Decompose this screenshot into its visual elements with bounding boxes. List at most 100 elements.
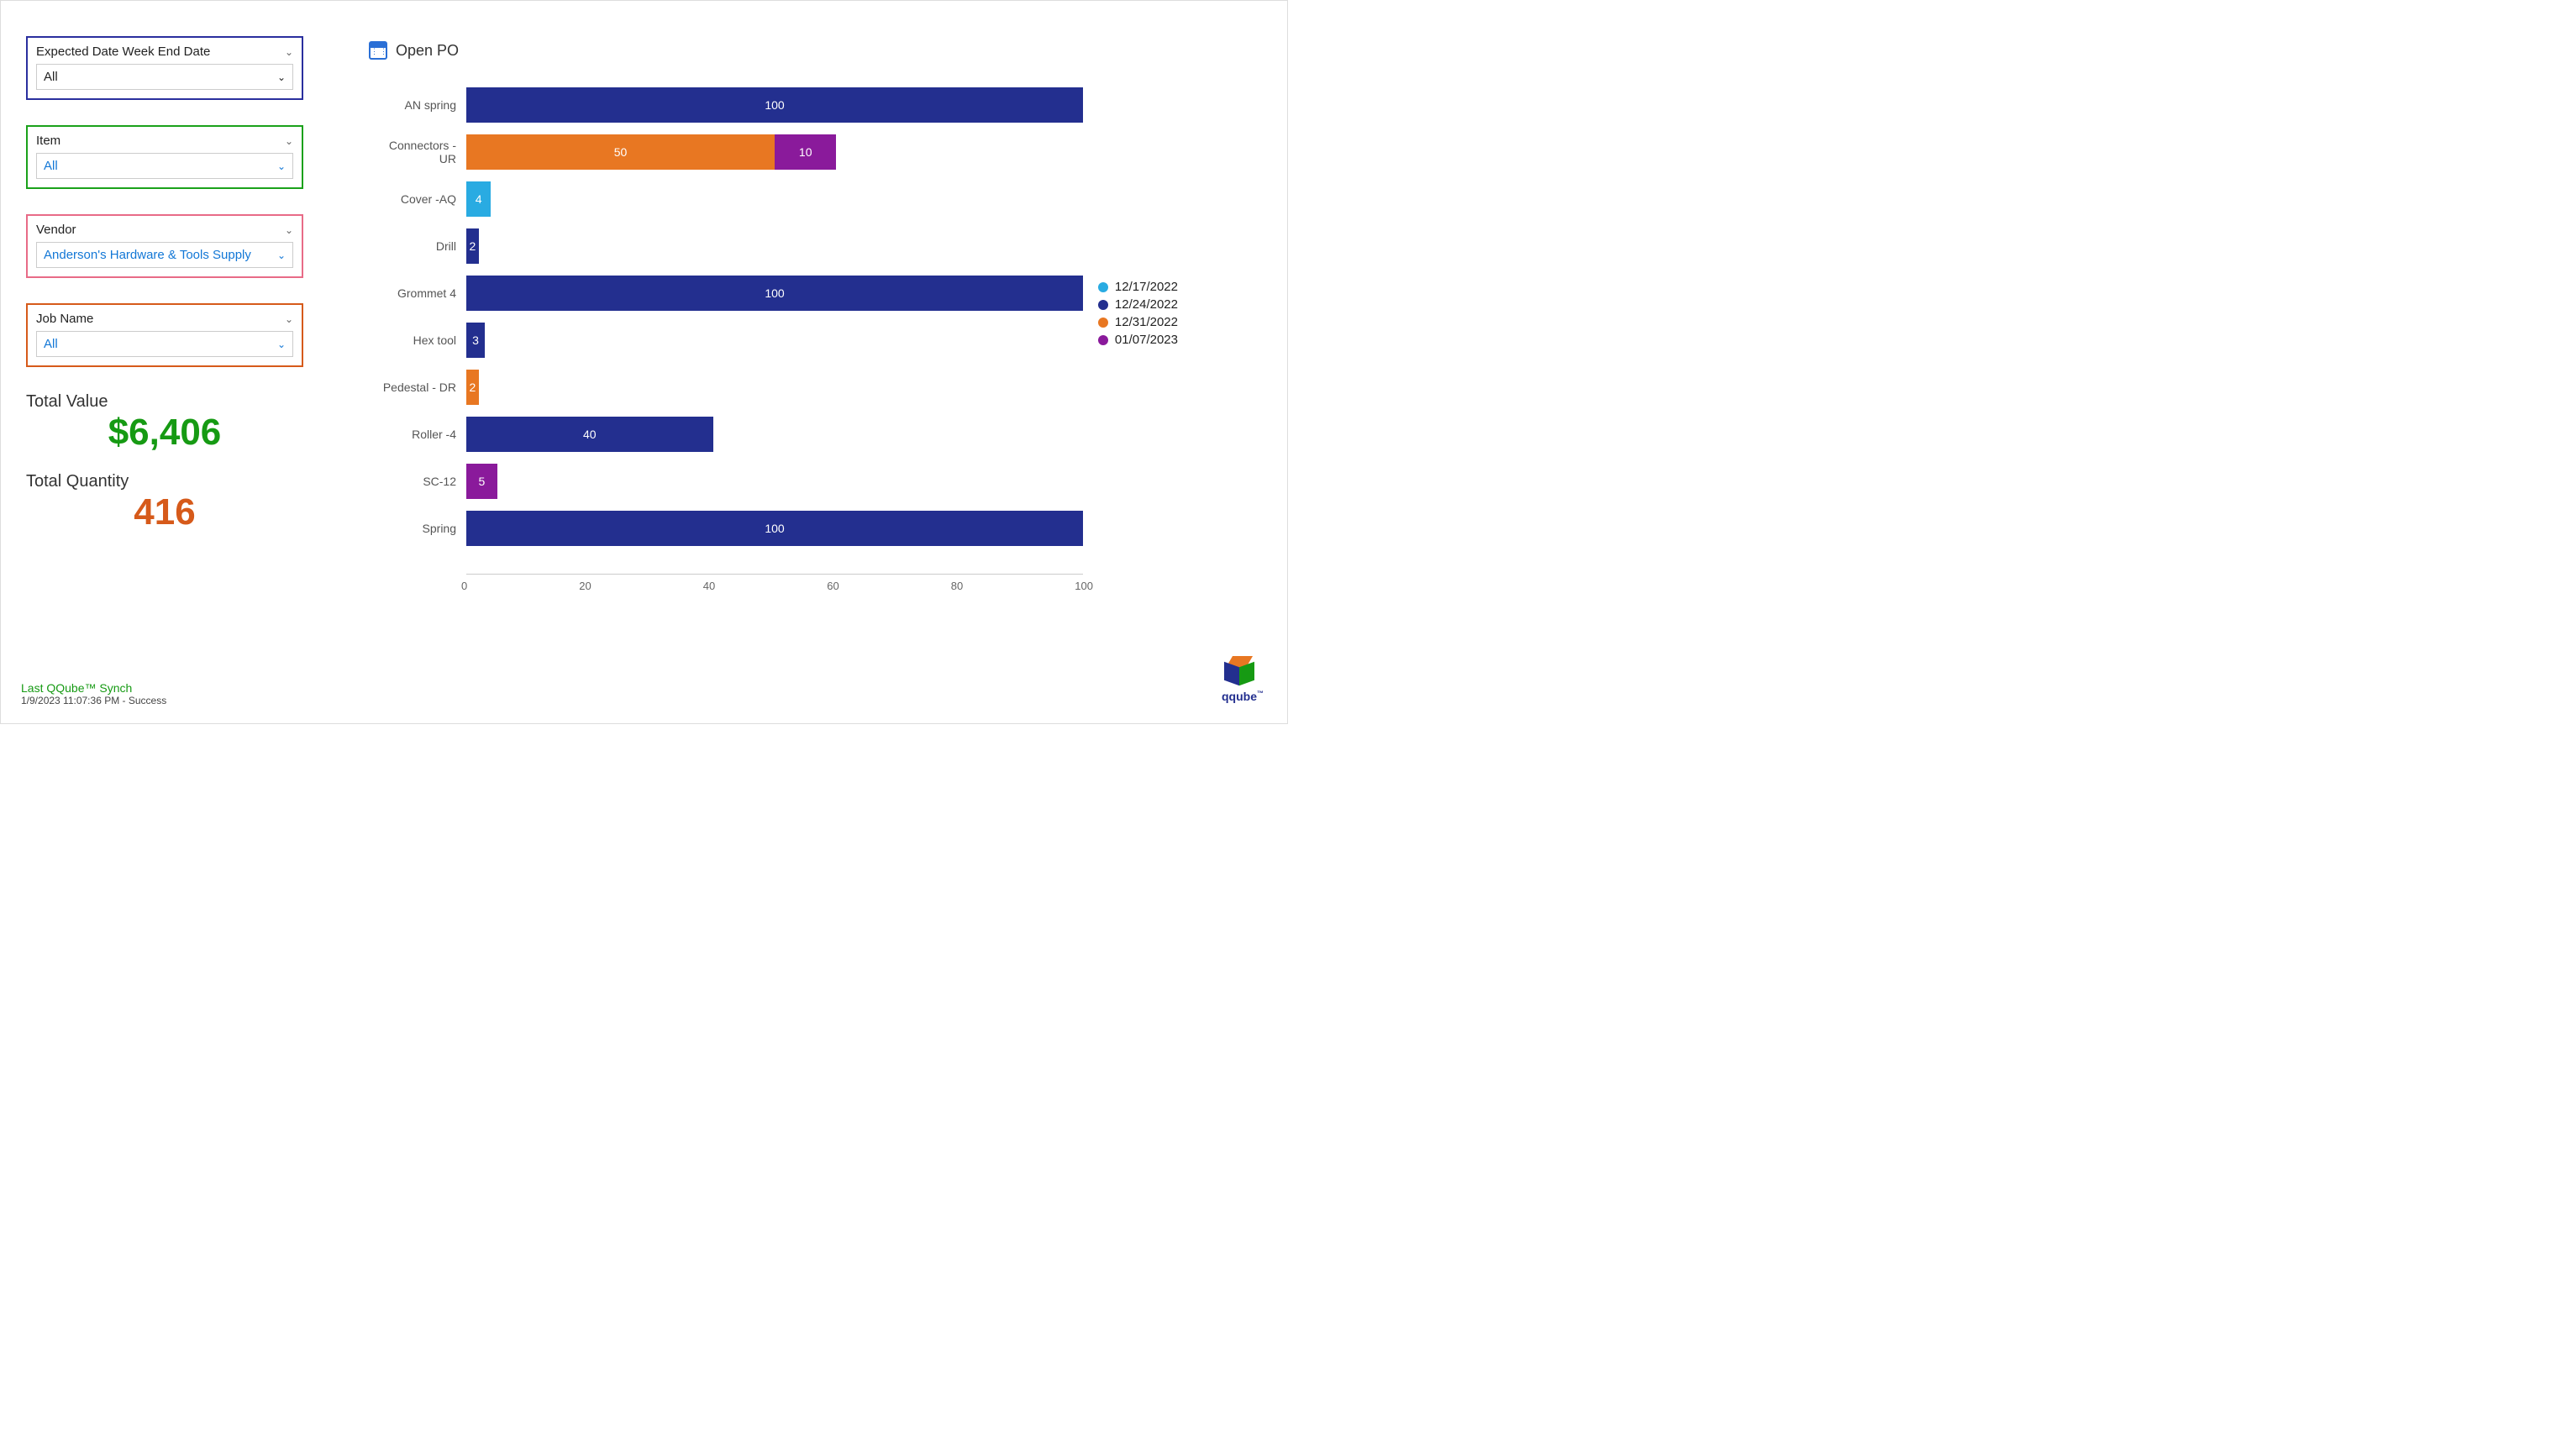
- slicer-select[interactable]: Anderson's Hardware & Tools Supply ⌄: [36, 242, 293, 268]
- slicer-job-name[interactable]: Job Name ⌄ All ⌄: [26, 303, 303, 367]
- bar-segment[interactable]: 100: [466, 511, 1083, 546]
- slicer-select[interactable]: All ⌄: [36, 64, 293, 90]
- chart-row[interactable]: Drill2: [369, 223, 1083, 270]
- axis-tick: 0: [461, 580, 467, 592]
- chevron-down-icon[interactable]: ⌄: [285, 224, 293, 236]
- total-value-label: Total Value: [26, 392, 303, 412]
- slicer-header[interactable]: Item ⌄: [36, 134, 293, 148]
- qqube-logo: qqube™: [1222, 656, 1257, 703]
- chart-row[interactable]: Hex tool3: [369, 317, 1083, 364]
- slicer-header[interactable]: Job Name ⌄: [36, 312, 293, 326]
- category-label: AN spring: [369, 98, 466, 112]
- bar-segment[interactable]: 2: [466, 370, 479, 405]
- dashboard-frame: Expected Date Week End Date⌄All⌄Item⌄All…: [0, 0, 1288, 724]
- slicer-header[interactable]: Vendor⌄: [36, 223, 293, 237]
- chevron-down-icon[interactable]: ⌄: [277, 160, 286, 172]
- category-label: SC-12: [369, 475, 466, 488]
- chart-row[interactable]: Cover -AQ4: [369, 176, 1083, 223]
- chevron-down-icon[interactable]: ⌄: [285, 135, 293, 147]
- slicer-label: Job Name: [36, 312, 93, 326]
- chevron-down-icon[interactable]: ⌄: [277, 339, 286, 350]
- bar-segment[interactable]: 4: [466, 181, 491, 217]
- calendar-icon: [369, 41, 387, 60]
- legend-label: 12/31/2022: [1115, 315, 1178, 329]
- bar-track: 5010: [466, 134, 1083, 170]
- legend-label: 12/17/2022: [1115, 280, 1178, 294]
- sidebar: Expected Date Week End Date⌄All⌄Item⌄All…: [26, 36, 303, 533]
- total-quantity-label: Total Quantity: [26, 472, 303, 491]
- legend-item[interactable]: 12/24/2022: [1098, 297, 1178, 312]
- bar-track: 100: [466, 511, 1083, 546]
- legend-swatch: [1098, 335, 1108, 345]
- legend-swatch: [1098, 282, 1108, 292]
- category-label: Roller -4: [369, 428, 466, 441]
- legend-item[interactable]: 12/31/2022: [1098, 315, 1178, 329]
- bar-segment[interactable]: 3: [466, 323, 485, 358]
- bar-track: 40: [466, 417, 1083, 452]
- slicer-value: All: [44, 337, 58, 351]
- bar-track: 2: [466, 228, 1083, 264]
- legend-swatch: [1098, 300, 1108, 310]
- slicer-select[interactable]: All ⌄: [36, 153, 293, 179]
- bar-segment[interactable]: 2: [466, 228, 479, 264]
- slicer-value: All: [44, 159, 58, 173]
- legend-swatch: [1098, 318, 1108, 328]
- chart-title: Open PO: [396, 42, 459, 60]
- legend-label: 12/24/2022: [1115, 297, 1178, 312]
- bar-track: 5: [466, 464, 1083, 499]
- slicer-value: Anderson's Hardware & Tools Supply: [44, 248, 251, 262]
- slicer-select[interactable]: All ⌄: [36, 331, 293, 357]
- sync-status: Last QQube™ Synch 1/9/2023 11:07:36 PM -…: [21, 681, 166, 706]
- legend-item[interactable]: 01/07/2023: [1098, 333, 1178, 347]
- category-label: Spring: [369, 522, 466, 535]
- chevron-down-icon[interactable]: ⌄: [277, 71, 286, 83]
- chevron-down-icon[interactable]: ⌄: [285, 313, 293, 325]
- bar-segment[interactable]: 100: [466, 276, 1083, 311]
- category-label: Cover -AQ: [369, 192, 466, 206]
- slicer-expected-date-week-end-date[interactable]: Expected Date Week End Date ⌄ All ⌄: [26, 36, 303, 100]
- chevron-down-icon[interactable]: ⌄: [277, 249, 286, 261]
- logo-text: qqube™: [1222, 690, 1257, 703]
- total-quantity: 416: [26, 491, 303, 533]
- bar-segment[interactable]: 5: [466, 464, 497, 499]
- bar-segment[interactable]: 10: [775, 134, 836, 170]
- legend-item[interactable]: 12/17/2022: [1098, 280, 1178, 294]
- slicer-header[interactable]: Expected Date Week End Date ⌄: [36, 45, 293, 59]
- axis-tick: 20: [579, 580, 591, 592]
- sync-title: Last QQube™ Synch: [21, 681, 166, 695]
- axis-tick: 100: [1075, 580, 1093, 592]
- axis-tick: 80: [951, 580, 963, 592]
- chart-row[interactable]: Spring100: [369, 505, 1083, 552]
- bar-segment[interactable]: 100: [466, 87, 1083, 123]
- slicer-vendor[interactable]: Vendor⌄ Anderson's Hardware & Tools Suppl…: [26, 214, 303, 278]
- chart-row[interactable]: AN spring100: [369, 81, 1083, 129]
- legend-label: 01/07/2023: [1115, 333, 1178, 347]
- category-label: Grommet 4: [369, 286, 466, 300]
- chart-row[interactable]: SC-125: [369, 458, 1083, 505]
- chevron-down-icon[interactable]: ⌄: [285, 46, 293, 58]
- chart-title-row: Open PO: [369, 41, 459, 60]
- bar-segment[interactable]: 50: [466, 134, 775, 170]
- chart-x-axis: 020406080100: [466, 574, 1083, 599]
- bar-track: 4: [466, 181, 1083, 217]
- bar-track: 100: [466, 87, 1083, 123]
- slicer-item[interactable]: Item ⌄ All ⌄: [26, 125, 303, 189]
- chart-row[interactable]: Connectors - UR5010: [369, 129, 1083, 176]
- open-po-chart[interactable]: AN spring100Connectors - UR5010Cover -AQ…: [369, 81, 1083, 594]
- category-label: Hex tool: [369, 333, 466, 347]
- bar-track: 100: [466, 276, 1083, 311]
- axis-tick: 40: [703, 580, 715, 592]
- bar-track: 3: [466, 323, 1083, 358]
- chart-row[interactable]: Pedestal - DR2: [369, 364, 1083, 411]
- slicer-value: All: [44, 70, 58, 84]
- chart-legend[interactable]: 12/17/2022 12/24/2022 12/31/2022 01/07/2023: [1098, 276, 1178, 350]
- sync-detail: 1/9/2023 11:07:36 PM - Success: [21, 695, 166, 706]
- bar-segment[interactable]: 40: [466, 417, 713, 452]
- slicer-label: Item: [36, 134, 60, 148]
- total-value: $6,406: [26, 412, 303, 454]
- category-label: Drill: [369, 239, 466, 253]
- chart-row[interactable]: Roller -440: [369, 411, 1083, 458]
- chart-row[interactable]: Grommet 4100: [369, 270, 1083, 317]
- bar-track: 2: [466, 370, 1083, 405]
- slicer-label: Expected Date Week End Date: [36, 45, 210, 59]
